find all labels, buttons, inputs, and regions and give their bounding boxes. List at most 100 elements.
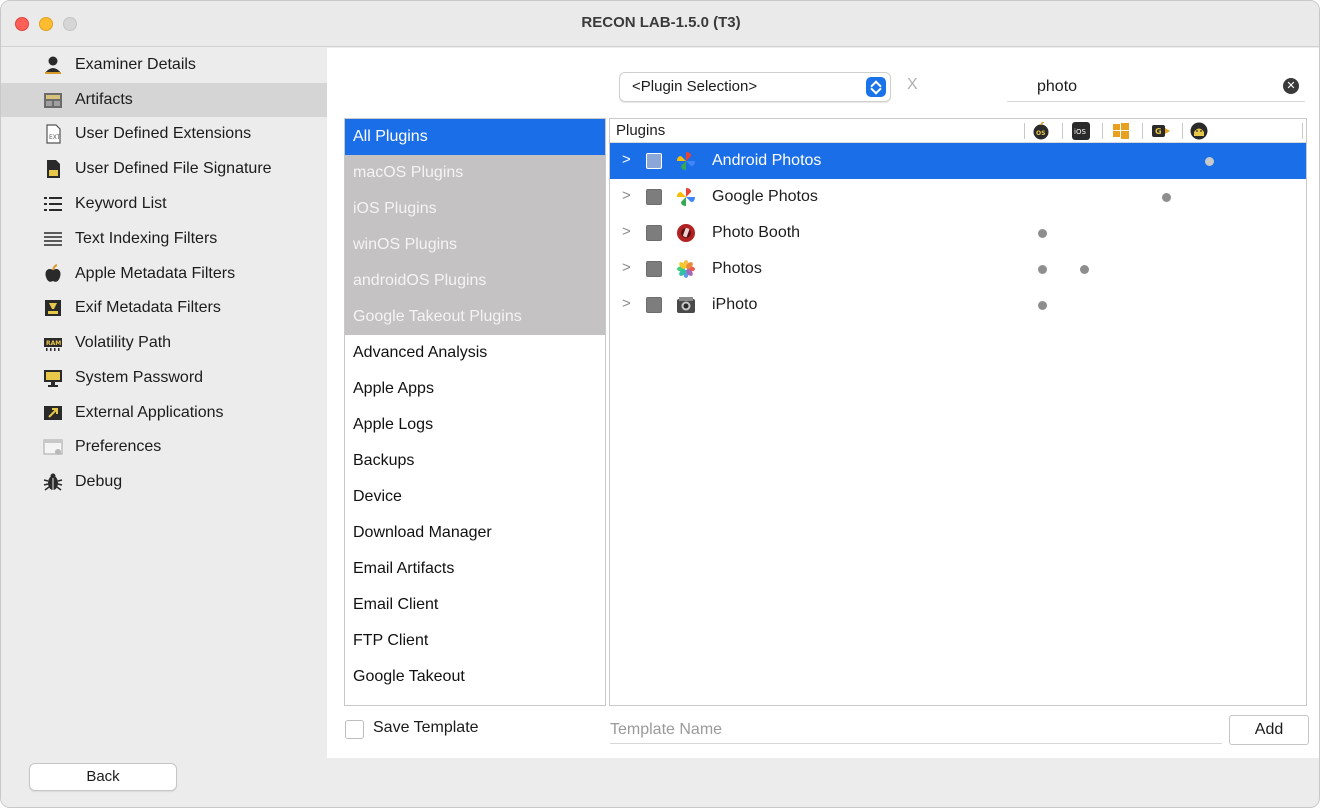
expand-chevron-icon[interactable]: > — [622, 187, 631, 204]
expand-chevron-icon[interactable]: > — [622, 259, 631, 276]
sidebar-item-volatility-path[interactable]: RAM Volatility Path — [1, 326, 327, 360]
add-button[interactable]: Add — [1229, 715, 1309, 745]
sidebar-item-system-password[interactable]: System Password — [1, 361, 327, 395]
sidebar-item-label: Debug — [75, 473, 123, 490]
plugin-checkbox[interactable] — [646, 261, 662, 277]
android-support-dot — [1205, 157, 1214, 166]
category-item-google-takeout[interactable]: Google Takeout — [345, 659, 605, 695]
save-template-checkbox[interactable] — [345, 720, 364, 739]
person-icon — [43, 55, 63, 75]
category-item-advanced-analysis[interactable]: Advanced Analysis — [345, 335, 605, 371]
sidebar-item-apple-metadata-filters[interactable]: Apple Metadata Filters — [1, 257, 327, 291]
sidebar-item-text-indexing-filters[interactable]: Text Indexing Filters — [1, 222, 327, 256]
google-takeout-icon[interactable]: G — [1152, 122, 1170, 140]
sidebar-item-keyword-list[interactable]: Keyword List — [1, 187, 327, 221]
external-app-icon — [43, 403, 63, 423]
photos-flower-icon — [676, 259, 696, 279]
category-item-apple-logs[interactable]: Apple Logs — [345, 407, 605, 443]
sidebar-item-user-defined-extensions[interactable]: EXT User Defined Extensions — [1, 117, 327, 151]
signature-file-icon — [43, 159, 63, 179]
category-item-backups[interactable]: Backups — [345, 443, 605, 479]
sidebar-item-external-applications[interactable]: External Applications — [1, 396, 327, 430]
sidebar-item-preferences[interactable]: Preferences — [1, 430, 327, 464]
sidebar-item-exif-metadata-filters[interactable]: Exif Metadata Filters — [1, 291, 327, 325]
windows-icon[interactable] — [1112, 122, 1130, 140]
list-icon — [43, 194, 63, 214]
svg-text:iOS: iOS — [1074, 128, 1086, 136]
plugin-name: Photo Booth — [712, 224, 801, 241]
text-list-icon — [43, 229, 63, 249]
ram-icon: RAM — [43, 333, 63, 353]
category-item-device[interactable]: Device — [345, 479, 605, 515]
category-item-google-takeout-plugins[interactable]: Google Takeout Plugins — [345, 299, 605, 335]
macos-support-dot — [1038, 301, 1047, 310]
plugin-checkbox[interactable] — [646, 189, 662, 205]
save-template-label[interactable]: Save Template — [373, 719, 479, 737]
sidebar-item-debug[interactable]: Debug — [1, 465, 327, 499]
photo-booth-icon — [676, 223, 696, 243]
svg-text:EXT: EXT — [49, 134, 61, 141]
macos-support-dot — [1038, 265, 1047, 274]
updown-chevron-icon — [866, 77, 886, 97]
search-box: ✕ — [1007, 72, 1305, 102]
column-separator — [1182, 123, 1183, 139]
sidebar-item-label: Keyword List — [75, 195, 167, 212]
macos-support-dot — [1038, 229, 1047, 238]
plugin-row-google-photos[interactable]: > Google Photos — [610, 179, 1306, 215]
expand-chevron-icon[interactable]: > — [622, 223, 631, 240]
android-icon[interactable] — [1190, 122, 1208, 140]
category-item-macos-plugins[interactable]: macOS Plugins — [345, 155, 605, 191]
ext-file-icon: EXT — [43, 124, 63, 144]
category-item-apple-apps[interactable]: Apple Apps — [345, 371, 605, 407]
clear-search-icon[interactable]: ✕ — [1283, 78, 1299, 94]
plugin-checkbox[interactable] — [646, 153, 662, 169]
category-item-download-manager[interactable]: Download Manager — [345, 515, 605, 551]
column-separator — [1142, 123, 1143, 139]
plugin-row-iphoto[interactable]: > iPhoto — [610, 287, 1306, 323]
plugin-row-photos[interactable]: > Photos — [610, 251, 1306, 287]
svg-text:OS: OS — [1036, 130, 1045, 137]
template-name-input[interactable] — [610, 716, 1222, 744]
category-item-email-client[interactable]: Email Client — [345, 587, 605, 623]
title-bar: RECON LAB-1.5.0 (T3) — [1, 1, 1319, 47]
plugins-table: Plugins OS iOS G > Android Photos > Goog… — [609, 118, 1307, 706]
plugin-checkbox[interactable] — [646, 225, 662, 241]
plugin-row-photo-booth[interactable]: > Photo Booth — [610, 215, 1306, 251]
ios-support-dot — [1080, 265, 1089, 274]
sidebar-item-label: Artifacts — [75, 91, 133, 108]
clear-selection-button[interactable]: X — [907, 76, 918, 94]
app-window: RECON LAB-1.5.0 (T3) Examiner Details Ar… — [0, 0, 1320, 808]
monitor-icon — [43, 368, 63, 388]
ios-icon[interactable]: iOS — [1072, 122, 1090, 140]
pinwheel-icon — [676, 187, 696, 207]
back-button[interactable]: Back — [29, 763, 177, 791]
svg-text:G: G — [1155, 127, 1162, 136]
category-item-ios-plugins[interactable]: iOS Plugins — [345, 191, 605, 227]
category-item-winos-plugins[interactable]: winOS Plugins — [345, 227, 605, 263]
sidebar: Examiner Details Artifacts EXT User Defi… — [1, 48, 327, 807]
iphoto-icon — [676, 295, 696, 315]
category-item-all-plugins[interactable]: All Plugins — [345, 119, 605, 155]
macos-icon[interactable]: OS — [1032, 121, 1050, 140]
apple-icon — [43, 264, 63, 284]
window-title: RECON LAB-1.5.0 (T3) — [581, 14, 741, 31]
bug-icon — [43, 472, 63, 492]
plugin-checkbox[interactable] — [646, 297, 662, 313]
preferences-icon — [43, 437, 63, 457]
pinwheel-icon — [676, 151, 696, 171]
search-input[interactable] — [1037, 76, 1267, 98]
sidebar-item-label: Exif Metadata Filters — [75, 299, 221, 316]
expand-chevron-icon[interactable]: > — [622, 295, 631, 312]
sidebar-item-examiner-details[interactable]: Examiner Details — [1, 48, 327, 82]
plugin-row-android-photos[interactable]: > Android Photos — [610, 143, 1306, 179]
sidebar-item-artifacts[interactable]: Artifacts — [1, 83, 327, 117]
category-item-androidos-plugins[interactable]: androidOS Plugins — [345, 263, 605, 299]
plugin-selection-dropdown[interactable]: <Plugin Selection> — [619, 72, 891, 102]
plugin-name: Google Photos — [712, 188, 818, 205]
sidebar-item-user-defined-file-signature[interactable]: User Defined File Signature — [1, 152, 327, 186]
category-item-ftp-client[interactable]: FTP Client — [345, 623, 605, 659]
column-separator — [1062, 123, 1063, 139]
google-takeout-support-dot — [1162, 193, 1171, 202]
category-item-email-artifacts[interactable]: Email Artifacts — [345, 551, 605, 587]
expand-chevron-icon[interactable]: > — [622, 151, 631, 168]
